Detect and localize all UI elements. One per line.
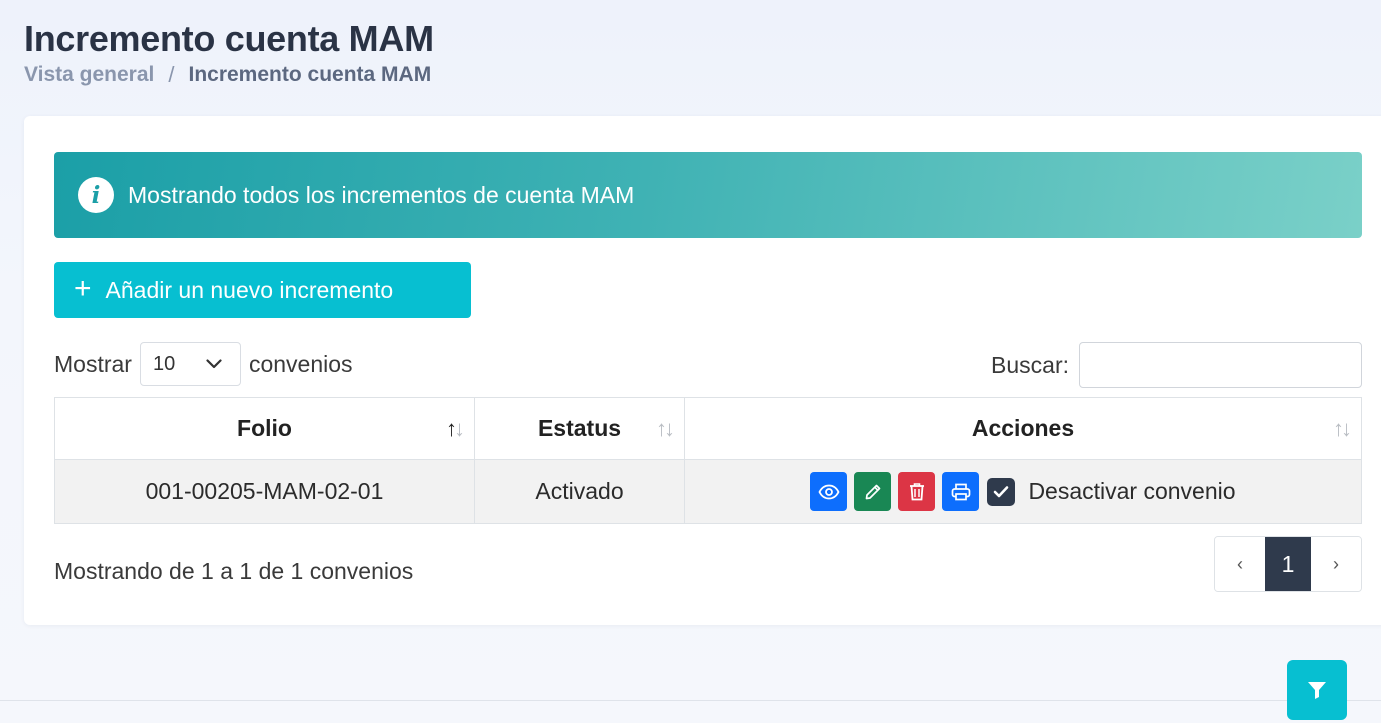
pencil-icon <box>865 484 881 499</box>
page-length-select[interactable]: 10 <box>139 342 241 386</box>
sort-icon: ↑↓ <box>656 415 675 441</box>
content-card: i Mostrando todos los incrementos de cue… <box>24 116 1381 625</box>
trash-icon <box>909 483 924 501</box>
info-icon: i <box>78 177 114 213</box>
breadcrumb-link-overview[interactable]: Vista general <box>24 63 154 87</box>
column-header-label: Acciones <box>971 415 1075 441</box>
cell-actions: Desactivar convenio <box>684 459 1362 524</box>
pagination-page-1[interactable]: 1 <box>1265 537 1311 591</box>
pagination-next[interactable]: › <box>1311 537 1361 591</box>
page-length-value: 10 <box>152 352 176 375</box>
plus-icon: + <box>74 271 92 305</box>
pagination-previous[interactable]: ‹ <box>1215 537 1265 591</box>
eye-icon <box>818 484 840 499</box>
column-header-folio[interactable]: Folio ↑↓ <box>54 397 475 460</box>
deactivate-label[interactable]: Desactivar convenio <box>1028 478 1235 505</box>
breadcrumb-current: Incremento cuenta MAM <box>188 63 432 86</box>
checkmark-icon <box>994 486 1009 498</box>
show-label: Mostrar <box>54 350 132 377</box>
info-alert: i Mostrando todos los incrementos de cue… <box>54 152 1362 238</box>
sort-icon: ↑↓ <box>446 415 465 441</box>
edit-button[interactable] <box>854 472 892 511</box>
footer-divider <box>0 700 1381 701</box>
cell-estatus: Activado <box>474 459 685 524</box>
filter-icon <box>1308 682 1326 699</box>
filter-button[interactable] <box>1287 660 1347 720</box>
table-row: 001-00205-MAM-02-01 Activado Desactivar … <box>54 459 1362 524</box>
view-button[interactable] <box>810 472 848 511</box>
table-info: Mostrando de 1 a 1 de 1 convenios <box>54 558 414 584</box>
add-increment-label: Añadir un nuevo incremento <box>105 276 394 303</box>
chevron-down-icon <box>206 359 222 369</box>
search-input[interactable] <box>1079 342 1362 388</box>
breadcrumb: Vista general / Incremento cuenta MAM <box>24 62 431 88</box>
table-header-row: Folio ↑↓ Estatus ↑↓ Acciones ↑↓ <box>54 397 1362 460</box>
cell-folio: 001-00205-MAM-02-01 <box>54 459 475 524</box>
search-control: Buscar: <box>991 342 1362 388</box>
column-header-label: Folio <box>237 415 292 441</box>
page-title: Incremento cuenta MAM <box>24 18 434 59</box>
pagination: ‹ 1 › <box>1214 536 1362 592</box>
breadcrumb-separator: / <box>168 62 175 87</box>
search-label: Buscar: <box>991 351 1069 378</box>
increments-table: Folio ↑↓ Estatus ↑↓ Acciones ↑↓ 001-0020… <box>54 397 1362 524</box>
column-header-acciones[interactable]: Acciones ↑↓ <box>684 397 1362 460</box>
print-button[interactable] <box>942 472 980 511</box>
column-header-label: Estatus <box>537 415 622 441</box>
column-header-estatus[interactable]: Estatus ↑↓ <box>474 397 685 460</box>
printer-icon <box>951 483 971 500</box>
deactivate-checkbox[interactable] <box>987 477 1016 506</box>
page-length-control: Mostrar 10 convenios <box>54 342 353 386</box>
sort-icon: ↑↓ <box>1333 415 1352 441</box>
add-increment-button[interactable]: + Añadir un nuevo incremento <box>54 262 471 318</box>
show-suffix: convenios <box>248 350 353 377</box>
delete-button[interactable] <box>898 472 936 511</box>
alert-text: Mostrando todos los incrementos de cuent… <box>128 181 635 208</box>
